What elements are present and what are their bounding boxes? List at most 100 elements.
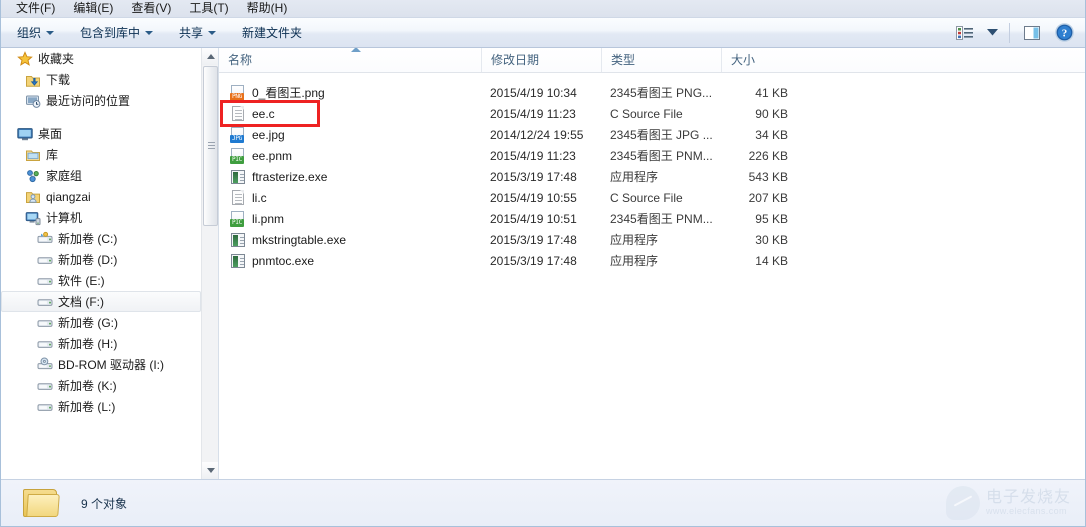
sidebar-item-label: 最近访问的位置 [46, 94, 131, 108]
explorer-window: 文件(F) 编辑(E) 查看(V) 工具(T) 帮助(H) 组织 包含到库中 共… [0, 0, 1086, 527]
file-type-cell: 2345看图王 PNM... [610, 212, 713, 226]
menu-view[interactable]: 查看(V) [122, 0, 180, 18]
scroll-down-button[interactable] [202, 462, 218, 479]
column-header-type[interactable]: 类型 [601, 48, 721, 72]
file-name-cell[interactable]: mkstringtable.exe [219, 232, 481, 248]
navigation-scrollbar[interactable] [201, 48, 218, 479]
table-row[interactable]: PIC ee.pnm 2015/4/19 11:23 2345看图王 PNM... 22… [219, 145, 1085, 166]
column-header-date[interactable]: 修改日期 [481, 48, 601, 72]
sidebar-item-drive-k[interactable]: 新加卷 (K:) [1, 375, 201, 396]
desktop-icon [16, 126, 34, 142]
file-type-cell: C Source File [610, 190, 683, 205]
menu-tools[interactable]: 工具(T) [180, 0, 237, 18]
share-button[interactable]: 共享 [169, 22, 226, 44]
file-name-label: 0_看图王.png [252, 86, 325, 100]
download-folder-icon [24, 72, 42, 88]
help-button[interactable]: ? [1049, 21, 1079, 45]
file-name-cell[interactable]: PIC li.pnm [219, 210, 481, 227]
sidebar-item-recent-places[interactable]: 最近访问的位置 [1, 90, 201, 111]
star-icon [16, 50, 34, 67]
file-name-cell[interactable]: li.c [219, 189, 481, 206]
file-size-cell: 14 KB [755, 253, 788, 268]
file-name-label: ee.pnm [252, 148, 293, 163]
scroll-up-button[interactable] [202, 48, 218, 65]
sidebar-item-drive-f[interactable]: 文档 (F:) [1, 291, 201, 312]
new-folder-label: 新建文件夹 [242, 26, 303, 40]
sidebar-item-label: 桌面 [38, 127, 63, 141]
file-type-cell: 应用程序 [610, 170, 659, 184]
c-source-file-icon [230, 189, 246, 206]
change-view-button[interactable] [950, 21, 980, 45]
file-name-cell[interactable]: ftrasterize.exe [219, 169, 481, 185]
column-header-size-label: 大小 [731, 53, 756, 67]
file-name-cell[interactable]: PNG 0_看图王.png [219, 84, 481, 101]
folder-icon [23, 487, 63, 519]
preview-pane-button[interactable] [1017, 21, 1047, 45]
sidebar-item-label: qiangzai [46, 189, 91, 204]
column-header-size[interactable]: 大小 [721, 48, 796, 72]
table-row[interactable]: li.c 2015/4/19 10:55 C Source File 207 KB [219, 187, 1085, 208]
sidebar-item-desktop[interactable]: 桌面 [1, 123, 201, 144]
table-row[interactable]: mkstringtable.exe 2015/3/19 17:48 应用程序 30 K… [219, 229, 1085, 250]
sidebar-item-label: 收藏夹 [38, 52, 75, 66]
sidebar-item-user[interactable]: qiangzai [1, 186, 201, 207]
table-row[interactable]: pnmtoc.exe 2015/3/19 17:48 应用程序 14 KB [219, 250, 1085, 271]
sidebar-item-computer[interactable]: 计算机 [1, 207, 201, 228]
application-icon [230, 253, 246, 269]
sidebar-item-drive-h[interactable]: 新加卷 (H:) [1, 333, 201, 354]
sidebar-item-drive-l[interactable]: 新加卷 (L:) [1, 396, 201, 417]
menu-help[interactable]: 帮助(H) [238, 0, 297, 18]
file-name-cell[interactable]: pnmtoc.exe [219, 253, 481, 269]
grip-icon [208, 142, 215, 151]
menu-bar: 文件(F) 编辑(E) 查看(V) 工具(T) 帮助(H) [1, 0, 1085, 18]
file-name-cell[interactable]: JPG ee.jpg [219, 126, 481, 143]
c-source-file-icon [230, 105, 246, 122]
toolbar: 组织 包含到库中 共享 新建文件夹 ? [1, 18, 1085, 48]
drive-icon [36, 336, 54, 352]
table-row[interactable]: PNG 0_看图王.png 2015/4/19 10:34 2345看图王 PNG..… [219, 82, 1085, 103]
column-header-type-label: 类型 [611, 53, 636, 67]
sidebar-item-drive-c[interactable]: 新加卷 (C:) [1, 228, 201, 249]
sidebar-item-favorites[interactable]: 收藏夹 [1, 48, 201, 69]
sidebar-item-libraries[interactable]: 库 [1, 144, 201, 165]
scrollbar-thumb[interactable] [203, 66, 218, 226]
file-type-cell: 2345看图王 PNG... [610, 86, 713, 100]
organize-button[interactable]: 组织 [7, 22, 64, 44]
file-size-cell: 30 KB [755, 232, 788, 247]
file-date-cell: 2015/3/19 17:48 [490, 253, 577, 268]
file-name-cell[interactable]: ee.c [219, 105, 481, 122]
table-row[interactable]: ee.c 2015/4/19 11:23 C Source File 90 KB [219, 103, 1085, 124]
include-in-library-button[interactable]: 包含到库中 [70, 22, 163, 44]
sidebar-item-label: 新加卷 (K:) [58, 379, 117, 393]
table-row[interactable]: ftrasterize.exe 2015/3/19 17:48 应用程序 543 KB [219, 166, 1085, 187]
file-name-label: ee.jpg [252, 127, 285, 142]
navigation-pane: 收藏夹下载最近访问的位置桌面库家庭组 qiangzai 计算机新加卷 (C:) 新加卷… [1, 48, 219, 479]
sort-ascending-icon [351, 48, 361, 52]
sidebar-item-drive-e[interactable]: 软件 (E:) [1, 270, 201, 291]
column-header-name[interactable]: 名称 [219, 48, 481, 72]
sidebar-item-label: 新加卷 (C:) [58, 232, 118, 246]
file-date-cell: 2015/4/19 10:55 [490, 190, 577, 205]
view-dropdown-button[interactable] [982, 21, 1002, 45]
table-row[interactable]: JPG ee.jpg 2014/12/24 19:55 2345看图王 JPG ...… [219, 124, 1085, 145]
menu-file[interactable]: 文件(F) [7, 0, 64, 18]
file-date-cell: 2015/3/19 17:48 [490, 169, 577, 184]
file-name-cell[interactable]: PIC ee.pnm [219, 147, 481, 164]
drive-icon [36, 399, 54, 415]
menu-edit[interactable]: 编辑(E) [64, 0, 122, 18]
sidebar-item-label: BD-ROM 驱动器 (I:) [58, 358, 164, 372]
file-name-label: mkstringtable.exe [252, 232, 347, 247]
sidebar-item-drive-g[interactable]: 新加卷 (G:) [1, 312, 201, 333]
file-date-cell: 2015/4/19 10:51 [490, 211, 577, 226]
sidebar-item-drive-i[interactable]: BD-ROM 驱动器 (I:) [1, 354, 201, 375]
table-row[interactable]: PIC li.pnm 2015/4/19 10:51 2345看图王 PNM... 95… [219, 208, 1085, 229]
sidebar-item-homegroup[interactable]: 家庭组 [1, 165, 201, 186]
chevron-down-icon [46, 30, 55, 35]
sidebar-item-label: 新加卷 (G:) [58, 316, 118, 330]
list-view-icon [956, 25, 973, 40]
sidebar-item-downloads[interactable]: 下载 [1, 69, 201, 90]
file-type-cell: 应用程序 [610, 254, 659, 268]
column-header-name-label: 名称 [228, 53, 253, 67]
sidebar-item-drive-d[interactable]: 新加卷 (D:) [1, 249, 201, 270]
new-folder-button[interactable]: 新建文件夹 [232, 22, 312, 44]
